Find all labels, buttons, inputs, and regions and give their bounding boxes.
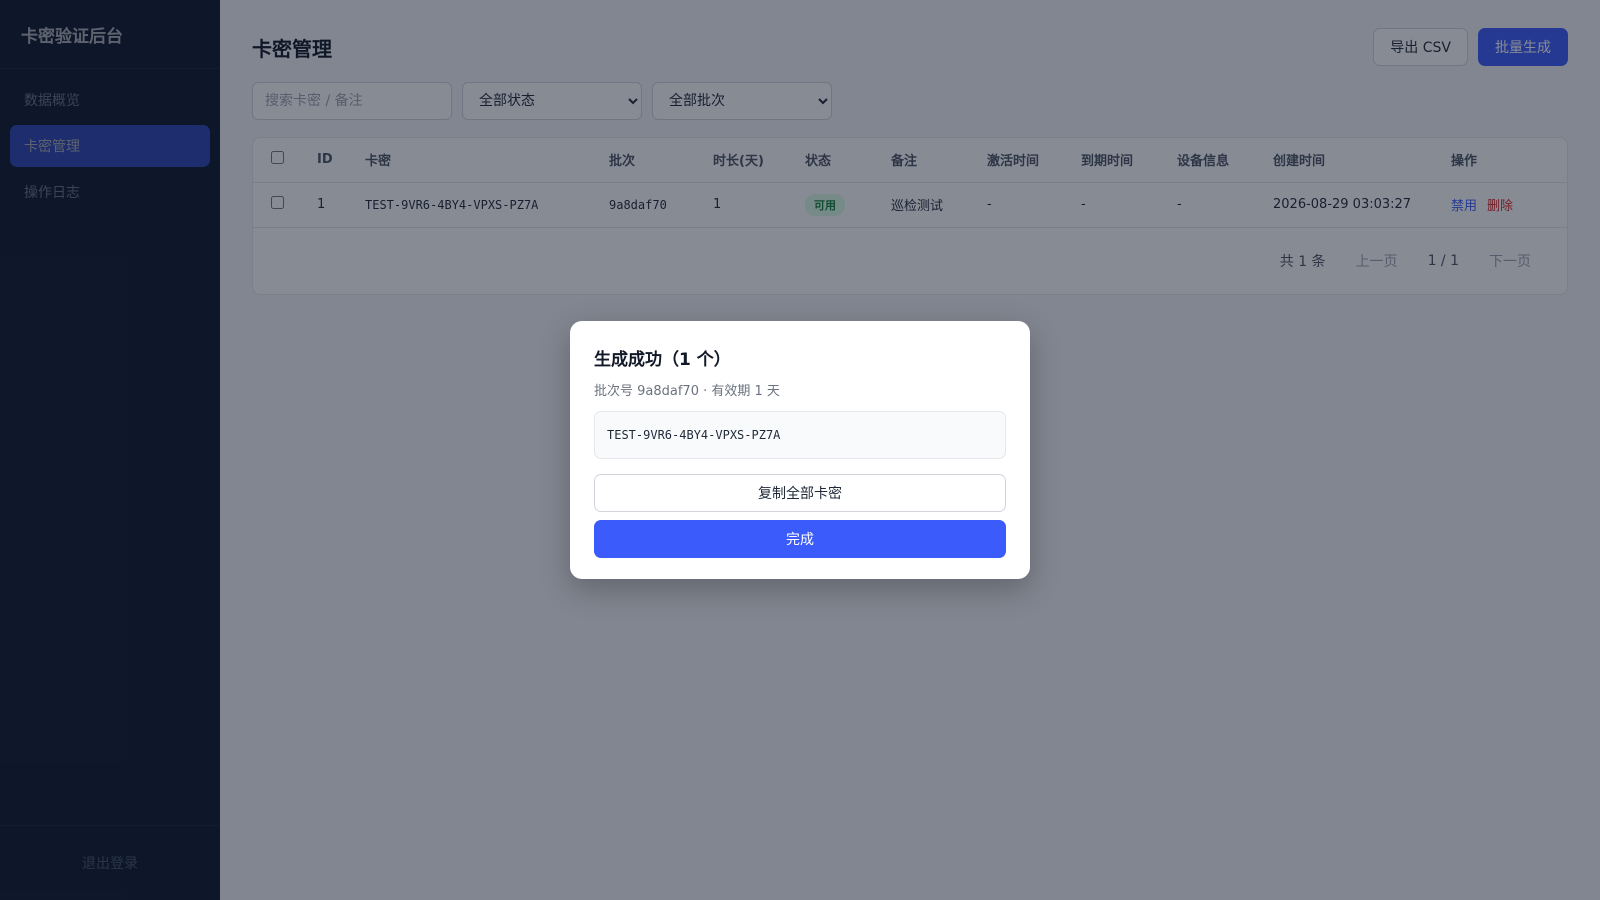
sidebar-shade [0,0,220,900]
generated-keys-box: TEST-9VR6-4BY4-VPXS-PZ7A [594,411,1006,459]
dialog-subtitle: 批次号 9a8daf70 · 有效期 1 天 [594,384,780,399]
copy-all-keys-button[interactable]: 复制全部卡密 [594,474,1006,512]
dialog-title: 生成成功（1 个） [594,350,731,370]
done-button[interactable]: 完成 [594,520,1006,558]
generate-success-dialog: 生成成功（1 个） 批次号 9a8daf70 · 有效期 1 天 TEST-9V… [570,321,1030,579]
